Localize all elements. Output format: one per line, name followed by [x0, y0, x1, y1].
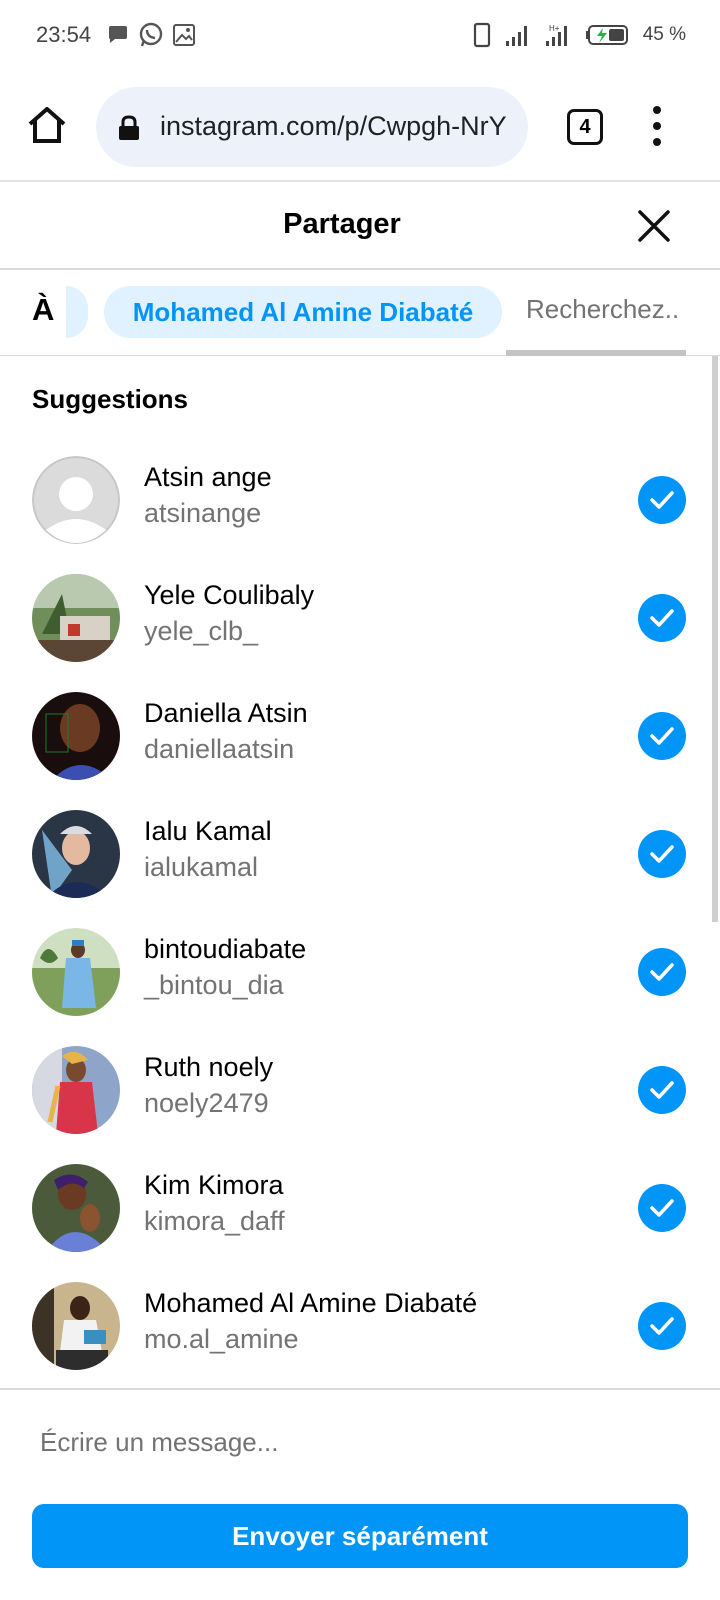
- signal-4g-icon: H+: [545, 24, 567, 46]
- user-handle: mo.al_amine: [144, 1324, 299, 1354]
- share-header: Partager: [0, 184, 720, 270]
- vibrate-icon: [473, 22, 490, 48]
- checkmark-icon[interactable]: [638, 594, 686, 642]
- checkmark-icon[interactable]: [638, 1302, 686, 1350]
- user-handle: kimora_daff: [144, 1206, 285, 1236]
- status-time: 23:54: [36, 22, 92, 47]
- close-icon[interactable]: [634, 206, 674, 246]
- checkmark-icon[interactable]: [638, 1184, 686, 1232]
- tab-switcher-button[interactable]: 4: [567, 109, 603, 145]
- list-item[interactable]: Yele Coulibaly yele_clb_: [0, 566, 700, 686]
- message-composer: Envoyer séparément: [0, 1388, 720, 1600]
- lock-icon: [119, 115, 139, 140]
- user-handle: _bintou_dia: [144, 970, 284, 1000]
- home-icon[interactable]: [26, 104, 68, 146]
- suggestions-heading: Suggestions: [32, 384, 189, 414]
- user-name: Mohamed Al Amine Diabaté: [144, 1288, 478, 1318]
- list-item[interactable]: Atsin ange atsinange: [0, 448, 700, 568]
- status-bar: 23:54 H+ 45 %: [0, 0, 720, 72]
- user-name: Yele Coulibaly: [144, 580, 315, 610]
- user-handle: atsinange: [144, 498, 262, 528]
- list-item[interactable]: Mohamed Al Amine Diabaté mo.al_amine: [0, 1274, 700, 1388]
- checkmark-icon[interactable]: [638, 830, 686, 878]
- list-item[interactable]: Daniella Atsin daniellaatsin: [0, 684, 700, 804]
- user-name: Ruth noely: [144, 1052, 274, 1082]
- avatar: [32, 1164, 120, 1252]
- user-handle: noely2479: [144, 1088, 269, 1118]
- signal-icon: [505, 26, 527, 46]
- user-handle: daniellaatsin: [144, 734, 295, 764]
- user-name: Daniella Atsin: [144, 698, 308, 728]
- suggestions-list: Atsin ange atsinange Yele Coulibaly yele…: [0, 448, 720, 1388]
- notification-icons: [106, 22, 196, 48]
- share-title: Partager: [283, 208, 401, 240]
- user-name: Kim Kimora: [144, 1170, 284, 1200]
- send-separately-button[interactable]: Envoyer séparément: [32, 1504, 688, 1568]
- user-name: Atsin ange: [144, 462, 272, 492]
- address-bar[interactable]: instagram.com/p/Cwpgh-NrY: [96, 87, 528, 167]
- user-name: bintoudiabate: [144, 934, 307, 964]
- user-handle: yele_clb_: [144, 616, 259, 646]
- system-icons: H+ 45 %: [473, 22, 686, 48]
- message-icon: [109, 26, 127, 43]
- search-underline: [506, 350, 686, 356]
- checkmark-icon[interactable]: [638, 476, 686, 524]
- list-item[interactable]: Kim Kimora kimora_daff: [0, 1156, 700, 1276]
- avatar: [32, 928, 120, 1016]
- list-item[interactable]: bintoudiabate _bintou_dia: [0, 920, 700, 1040]
- message-input[interactable]: [40, 1414, 680, 1470]
- user-name: Ialu Kamal: [144, 816, 272, 846]
- avatar: [32, 574, 120, 662]
- avatar: [32, 692, 120, 780]
- svg-text:H+: H+: [549, 24, 560, 33]
- list-item[interactable]: Ialu Kamal ialukamal: [0, 802, 700, 922]
- browser-toolbar: instagram.com/p/Cwpgh-NrY 4: [0, 72, 720, 182]
- checkmark-icon[interactable]: [638, 1066, 686, 1114]
- battery-charging-icon: [585, 25, 628, 45]
- more-menu-icon[interactable]: [650, 106, 664, 146]
- avatar: [32, 1046, 120, 1134]
- battery-level: 45 %: [642, 24, 686, 45]
- gallery-icon: [173, 24, 195, 46]
- avatar: [32, 456, 120, 544]
- checkmark-icon[interactable]: [638, 948, 686, 996]
- recipient-search-input[interactable]: Recherchez..: [526, 294, 679, 325]
- user-handle: ialukamal: [144, 852, 259, 882]
- checkmark-icon[interactable]: [638, 712, 686, 760]
- list-item[interactable]: Ruth noely noely2479: [0, 1038, 700, 1158]
- recipients-row: À : Mohamed Al Amine Diabaté Recherchez.…: [0, 272, 720, 356]
- url-text[interactable]: instagram.com/p/Cwpgh-NrY: [160, 111, 516, 142]
- avatar: [32, 1282, 120, 1370]
- recipient-chip[interactable]: Mohamed Al Amine Diabaté: [104, 286, 502, 338]
- recipient-chip-partial[interactable]: [66, 286, 88, 338]
- avatar: [32, 810, 120, 898]
- whatsapp-icon: [139, 22, 163, 47]
